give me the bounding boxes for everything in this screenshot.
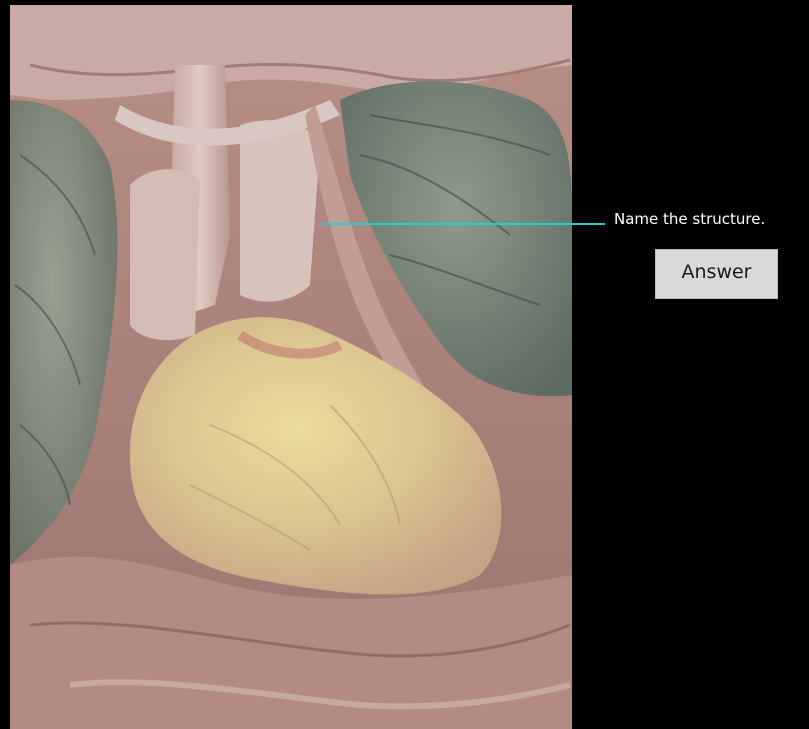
question-prompt: Name the structure. bbox=[614, 210, 766, 228]
structure-pointer-line bbox=[322, 223, 605, 225]
answer-button[interactable]: Answer bbox=[655, 249, 778, 299]
anatomy-specimen-image bbox=[10, 5, 572, 729]
